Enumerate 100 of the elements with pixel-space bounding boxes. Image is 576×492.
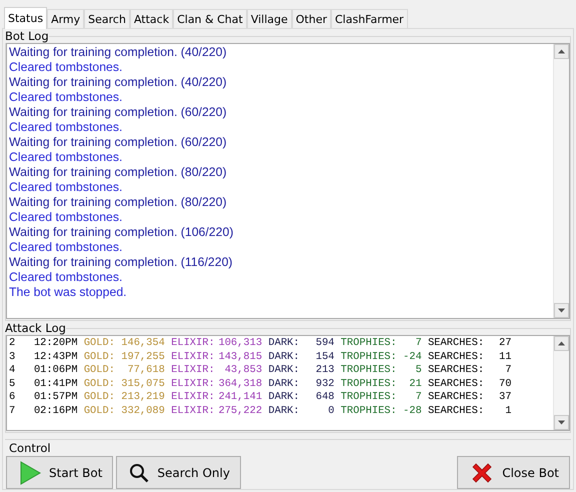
tab[interactable]: Status <box>4 7 48 29</box>
log-cell-text: 70 <box>498 378 512 391</box>
log-cell-text: 43,853 <box>224 364 262 378</box>
log-cell-text: 143,815 <box>217 350 262 364</box>
log-cell-text: 106,313 <box>217 337 262 350</box>
log-cell-text: 3 <box>9 350 16 364</box>
log-cell: DARK: <box>268 337 300 350</box>
log-cell-text: 21 <box>408 378 422 391</box>
play-icon <box>19 460 41 484</box>
log-cell-text: GOLD: <box>84 337 116 350</box>
scroll-down-icon[interactable] <box>554 303 569 318</box>
log-cell-text: 241,141 <box>217 391 262 404</box>
log-cell-text: 11 <box>498 350 512 364</box>
log-line: Cleared tombstones. <box>9 120 124 135</box>
log-cell-text: 648 <box>314 391 334 404</box>
log-cell-text: TROPHIES: <box>340 337 398 350</box>
log-cell-text: TROPHIES: <box>340 378 398 391</box>
log-cell: SEARCHES: <box>428 337 484 350</box>
log-cell: 197,255 <box>121 350 165 364</box>
log-line: Waiting for training completion. (40/220) <box>9 45 228 60</box>
log-cell: DARK: <box>268 364 300 378</box>
log-cell-text: 5 <box>9 378 16 391</box>
log-cell: 146,354 <box>121 337 165 350</box>
tab[interactable]: Village <box>246 9 292 28</box>
log-cell: ELIXIR: <box>171 364 215 378</box>
log-cell-text: GOLD: <box>84 404 116 418</box>
log-line: Cleared tombstones. <box>9 210 124 225</box>
log-cell: SEARCHES: <box>428 350 484 364</box>
log-cell-text: 12:20PM <box>34 337 79 350</box>
log-line: The bot was stopped. <box>9 285 128 300</box>
log-cell-text: 12:43PM <box>34 350 79 364</box>
log-cell: 315,075 <box>121 378 165 391</box>
log-cell-text: 1 <box>504 404 512 418</box>
log-line: Waiting for training completion. (116/220) <box>9 255 234 270</box>
log-cell-text: GOLD: <box>84 364 116 378</box>
scroll-down-icon[interactable] <box>554 415 569 430</box>
log-cell-text: TROPHIES: <box>340 364 398 378</box>
log-line: Cleared tombstones. <box>9 150 124 165</box>
group-title: Control <box>8 440 52 456</box>
group-title: Attack Log <box>5 321 66 335</box>
log-cell-text: 213 <box>314 364 334 378</box>
group-title: Bot Log <box>5 29 49 43</box>
log-cell: DARK: <box>268 404 300 418</box>
log-cell-text: 7 <box>9 404 16 418</box>
scrollbar[interactable] <box>553 44 569 318</box>
scroll-up-icon[interactable] <box>554 44 569 59</box>
tab[interactable]: Clan & Chat <box>173 9 247 28</box>
log-line: Waiting for training completion. (80/220) <box>9 195 228 210</box>
log-cell-text: 7 <box>414 391 422 404</box>
log-cell-text: 594 <box>314 337 334 350</box>
log-cell-text: 01:41PM <box>34 378 79 391</box>
log-cell-text: 01:57PM <box>34 391 79 404</box>
log-line: Waiting for training completion. (106/220) <box>9 225 234 240</box>
search-only-button[interactable]: Search Only <box>116 456 241 489</box>
log-cell-text: TROPHIES: <box>340 404 398 418</box>
tab[interactable]: ClashFarmer <box>331 9 408 28</box>
tab[interactable]: Army <box>47 9 84 28</box>
log-cell: 332,089 <box>121 404 165 418</box>
log-line: Cleared tombstones. <box>9 270 124 285</box>
start-bot-button[interactable]: Start Bot <box>6 456 114 489</box>
log-line: Waiting for training completion. (60/220) <box>9 135 228 150</box>
log-cell-text: GOLD: <box>84 378 116 391</box>
log-cell: ELIXIR: <box>171 337 215 350</box>
log-line: Cleared tombstones. <box>9 60 124 75</box>
log-cell-text: -28 <box>402 404 422 418</box>
log-cell-text: 27 <box>498 337 512 350</box>
log-line: Waiting for training completion. (60/220) <box>9 105 228 120</box>
log-cell: DARK: <box>268 378 300 391</box>
close-bot-button[interactable]: Close Bot <box>457 456 570 489</box>
close-icon <box>470 460 494 484</box>
log-cell-text: 77,618 <box>126 364 165 378</box>
scrollbar[interactable] <box>553 336 569 430</box>
log-cell-text: 932 <box>314 378 334 391</box>
scroll-up-icon[interactable] <box>554 336 569 351</box>
log-line: Waiting for training completion. (40/220) <box>9 75 228 90</box>
log-cell: SEARCHES: <box>428 378 484 391</box>
log-line: Waiting for training completion. (80/220) <box>9 165 228 180</box>
log-cell-text: 5 <box>414 364 422 378</box>
log-cell-text: TROPHIES: <box>340 350 398 364</box>
log-line: Cleared tombstones. <box>9 180 124 195</box>
log-cell-text: -24 <box>402 350 422 364</box>
log-cell: DARK: <box>268 350 300 364</box>
log-cell: ELIXIR: <box>171 378 215 391</box>
tab[interactable]: Attack <box>130 9 174 28</box>
log-line: Cleared tombstones. <box>9 240 124 255</box>
log-cell-text: 7 <box>414 337 422 350</box>
tab[interactable]: Other <box>292 9 331 28</box>
log-cell-text: 7 <box>504 364 512 378</box>
tab[interactable]: Search <box>84 9 130 28</box>
log-cell-text: 364,318 <box>217 378 262 391</box>
log-cell-text: GOLD: <box>84 391 116 404</box>
search-icon <box>129 462 150 482</box>
log-cell: ELIXIR: <box>171 391 215 404</box>
log-cell: ELIXIR: <box>171 350 215 364</box>
log-cell-text: 37 <box>498 391 512 404</box>
log-cell-text: TROPHIES: <box>340 391 398 404</box>
log-cell-text: 0 <box>327 404 334 418</box>
log-line: Cleared tombstones. <box>9 90 124 105</box>
log-cell-text: 01:06PM <box>34 364 79 378</box>
log-cell: 213,219 <box>121 391 165 404</box>
